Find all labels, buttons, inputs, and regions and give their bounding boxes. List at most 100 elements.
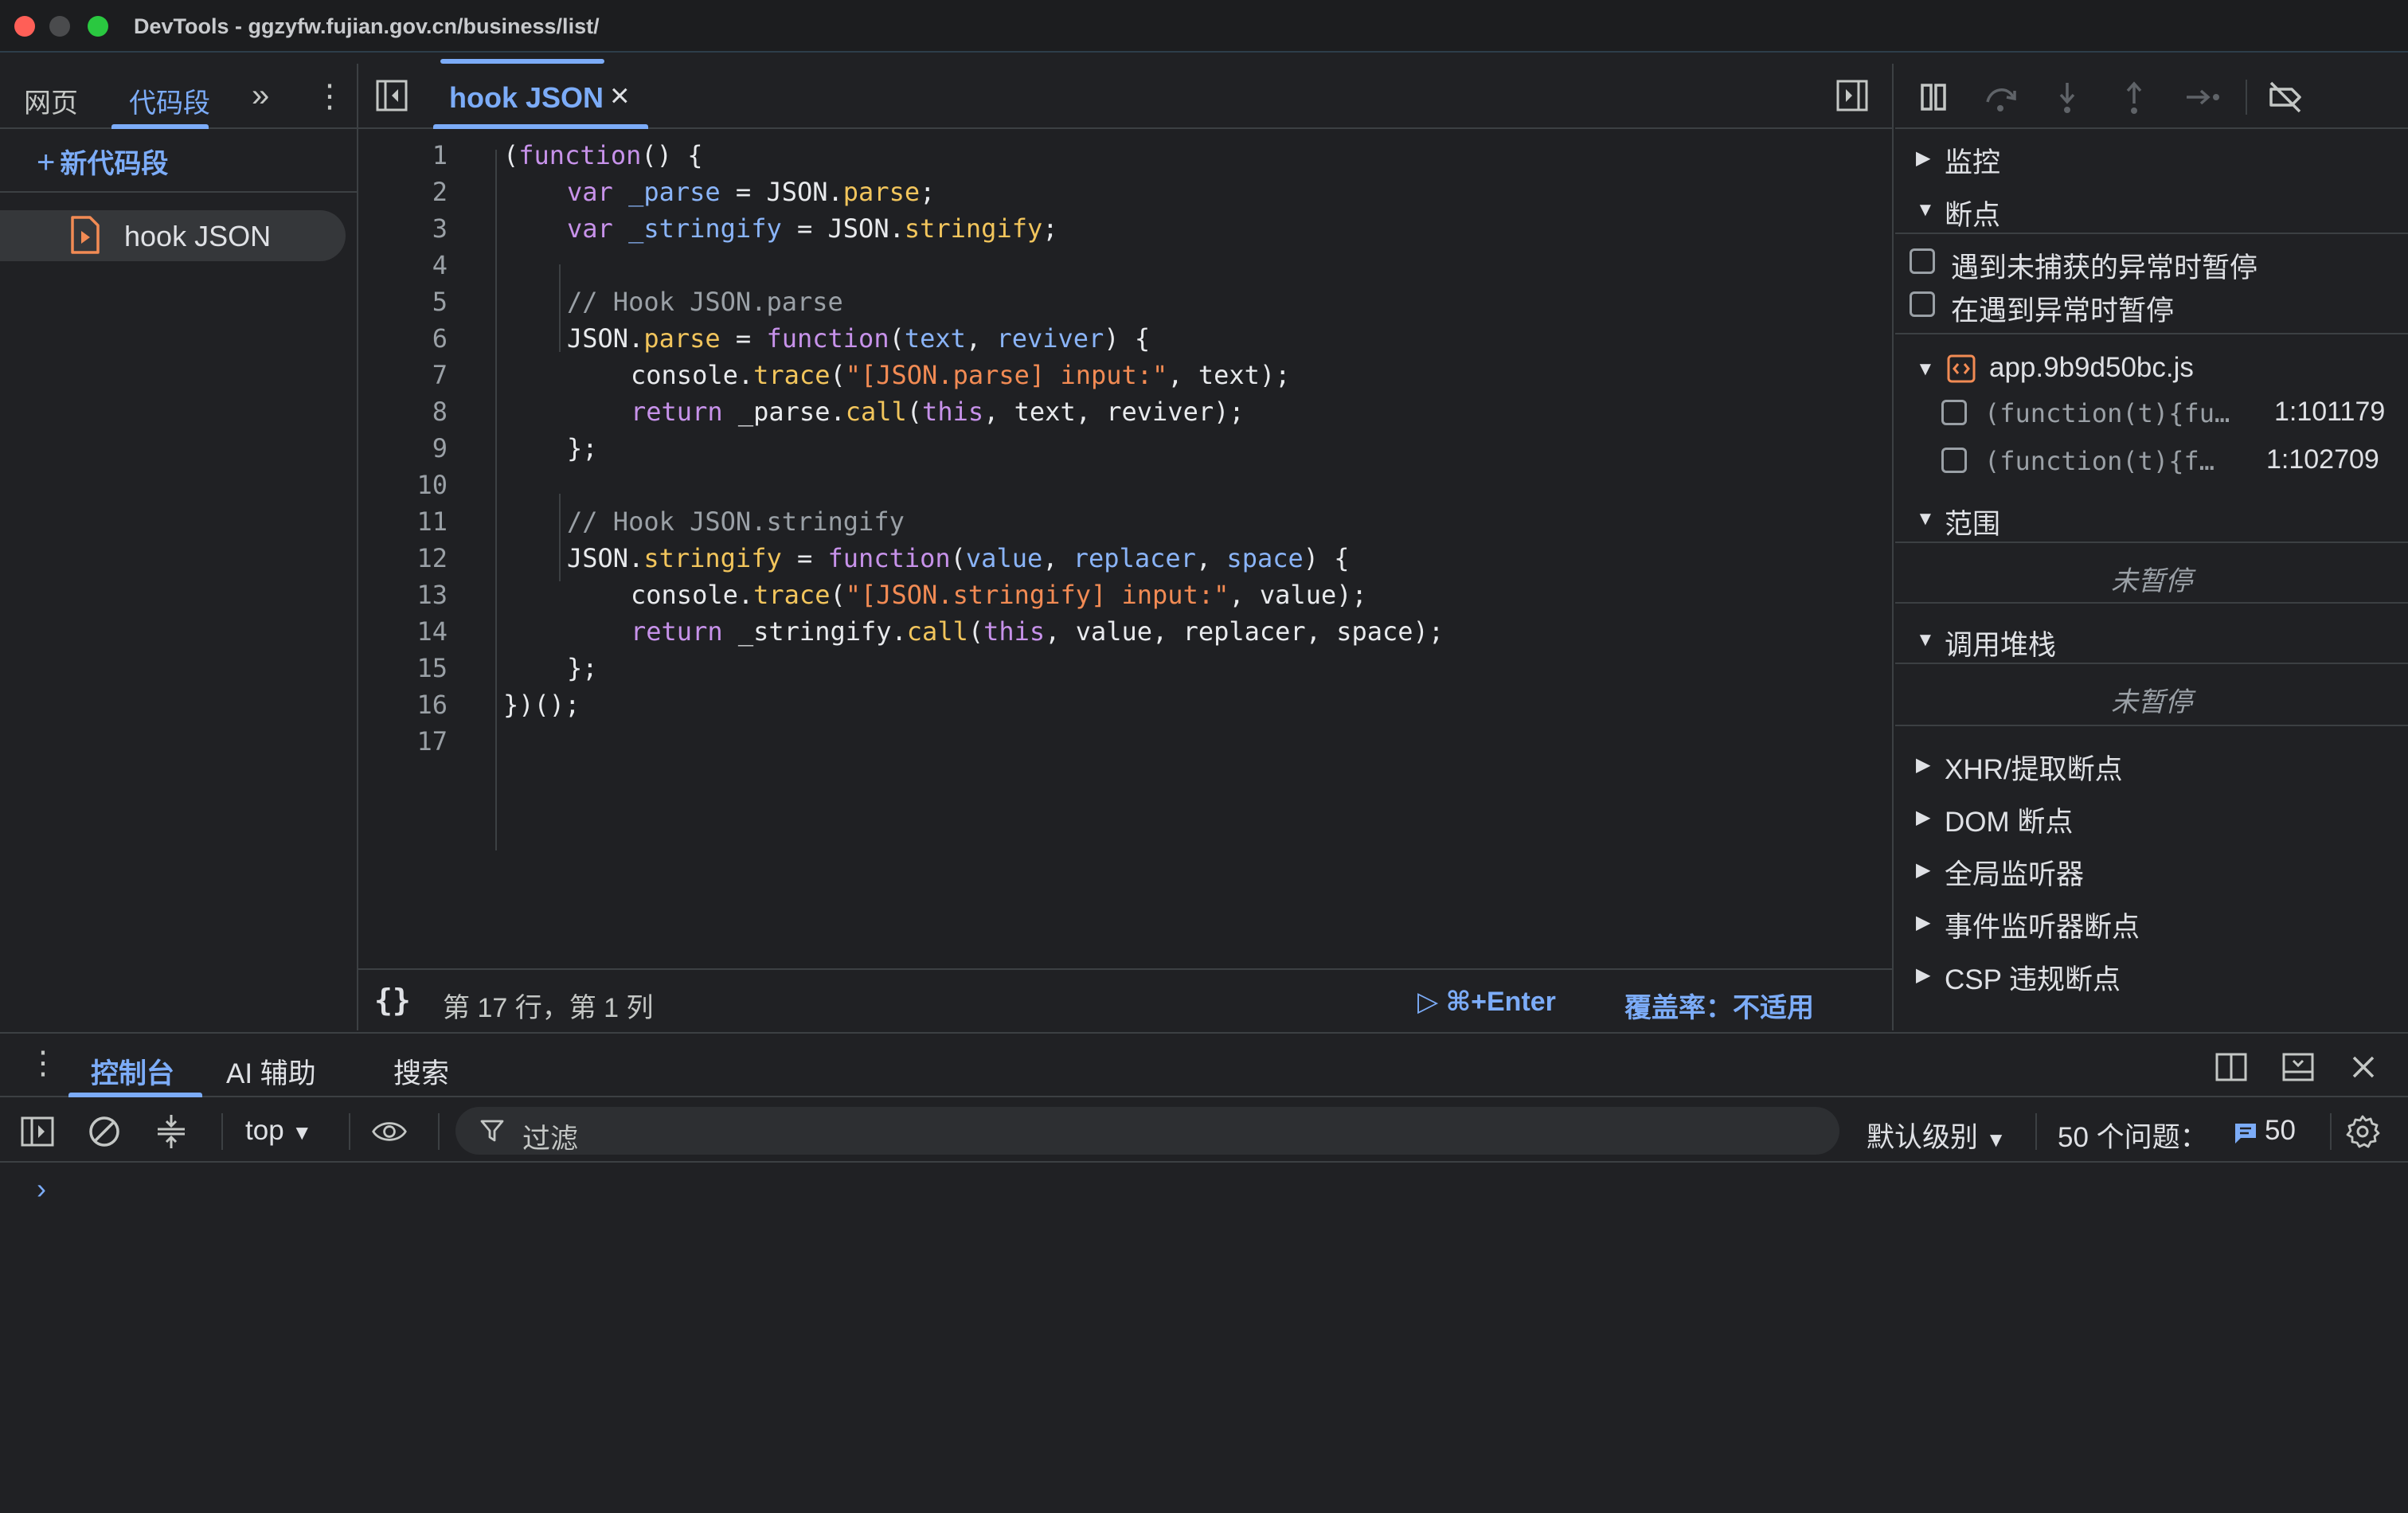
- csp-breakpoints-section[interactable]: ▶ CSP 违规断点: [1895, 948, 2408, 999]
- pause-icon[interactable]: [1914, 78, 1953, 116]
- step-into-icon[interactable]: [2048, 78, 2086, 116]
- expand-icon: ▶: [1916, 912, 1931, 933]
- line-number: 2: [432, 177, 448, 207]
- toolbar-separator: [2246, 80, 2247, 115]
- step-out-icon[interactable]: [2115, 78, 2153, 116]
- debugger-toolbar: [1895, 64, 2408, 129]
- tab-ai-assistance[interactable]: AI 辅助: [226, 1051, 316, 1092]
- snippet-label[interactable]: hook JSON: [124, 220, 271, 253]
- line-number: 8: [432, 397, 448, 427]
- section-label: 事件监听器断点: [1945, 912, 2140, 943]
- dom-breakpoints-section[interactable]: ▶ DOM 断点: [1895, 790, 2408, 841]
- callstack-section[interactable]: ▼ 调用堆栈: [1895, 613, 2408, 664]
- zoom-window-button[interactable]: [88, 16, 108, 37]
- clear-console-icon[interactable]: [86, 1113, 123, 1150]
- editor-pane: hook JSON × 1 (function() { 2 var _parse =…: [358, 64, 1894, 1030]
- file-name: app.9b9d50bc.js: [1989, 352, 2194, 383]
- sources-panel: 网页 代码段 » ⋮ +新代码段 hook JSON hook JSON ×: [0, 64, 2408, 1030]
- callstack-not-paused: 未暂停: [2111, 687, 2192, 717]
- collapse-groups-icon[interactable]: [153, 1113, 190, 1150]
- expand-icon: ▶: [1916, 964, 1931, 986]
- tab-page[interactable]: 网页: [24, 81, 78, 120]
- line-number: 9: [432, 433, 448, 463]
- event-listener-breakpoints-section[interactable]: ▶ 事件监听器断点: [1895, 895, 2408, 946]
- live-expression-eye-icon[interactable]: [371, 1113, 408, 1150]
- console-output[interactable]: ›: [0, 1164, 2408, 1513]
- pause-caught-checkbox[interactable]: [1910, 291, 1935, 317]
- breakpoint-code[interactable]: (function(t){fu…: [1984, 398, 2230, 428]
- deactivate-breakpoints-icon[interactable]: [2266, 78, 2304, 116]
- global-listeners-section[interactable]: ▶ 全局监听器: [1895, 843, 2408, 893]
- log-level-selector[interactable]: 默认级别 ▼: [1867, 1115, 2006, 1155]
- line-number: 6: [432, 323, 448, 354]
- step-over-icon[interactable]: [1981, 78, 2019, 116]
- plus-icon: +: [37, 145, 56, 180]
- toggle-navigator-icon[interactable]: [374, 78, 409, 113]
- pause-uncaught-checkbox[interactable]: [1910, 248, 1935, 274]
- watch-section[interactable]: ▶ 监控: [1895, 131, 2408, 182]
- tab-console[interactable]: 控制台: [91, 1051, 174, 1092]
- breakpoint-file[interactable]: ▼ app.9b9d50bc.js: [1895, 342, 2408, 393]
- line-number: 1: [432, 140, 448, 170]
- filter-icon: [480, 1120, 504, 1142]
- breakpoint-code[interactable]: (function(t){f…: [1984, 446, 2214, 476]
- breakpoints-section[interactable]: ▼ 断点: [1895, 183, 2408, 234]
- section-label: CSP 违规断点: [1945, 964, 2121, 995]
- divider: [1895, 663, 2408, 664]
- line-number: 7: [432, 360, 448, 390]
- close-window-button[interactable]: [14, 16, 35, 37]
- console-toolbar: top ▼ 过滤 默认级别 ▼ 50 个问题： 50: [0, 1099, 2408, 1163]
- code-line: 14 return _stringify.call(this, value, re…: [358, 616, 1892, 653]
- code-line: 11// Hook JSON.stringify: [358, 506, 1892, 543]
- issues-count[interactable]: 50: [2265, 1115, 2296, 1147]
- settings-gear-icon[interactable]: [2344, 1113, 2381, 1150]
- run-snippet-button[interactable]: ▷ ⌘+Enter: [1417, 986, 1556, 1018]
- pretty-print-icon[interactable]: {}: [374, 983, 411, 1018]
- breakpoint-location[interactable]: 1:101179: [2274, 397, 2385, 428]
- issues-label[interactable]: 50 个问题：: [2058, 1115, 2208, 1155]
- xhr-breakpoints-section[interactable]: ▶ XHR/提取断点: [1895, 737, 2408, 788]
- toolbar-separator: [221, 1113, 223, 1150]
- more-tabs-icon[interactable]: »: [252, 78, 269, 114]
- divider: [1895, 725, 2408, 726]
- dock-side-icon[interactable]: [2214, 1050, 2249, 1085]
- dropdown-arrow-icon: ▼: [291, 1120, 313, 1144]
- tab-underline: [111, 124, 209, 129]
- new-snippet-label: 新代码段: [60, 149, 169, 179]
- kebab-menu-icon[interactable]: ⋮: [314, 78, 346, 115]
- filter-input[interactable]: 过滤: [455, 1107, 1839, 1155]
- breakpoint-location[interactable]: 1:102709: [2266, 444, 2379, 475]
- filter-placeholder: 过滤: [522, 1124, 579, 1155]
- navigator-tabs: 网页 代码段 » ⋮: [0, 64, 357, 129]
- section-label: 断点: [1945, 200, 2001, 231]
- close-drawer-icon[interactable]: [2346, 1050, 2381, 1085]
- pause-uncaught-label: 遇到未捕获的异常时暂停: [1951, 252, 2258, 283]
- tab-snippets[interactable]: 代码段: [129, 81, 210, 120]
- sidebar-toggle-icon[interactable]: [19, 1113, 56, 1150]
- drawer-menu-icon[interactable]: ⋮: [27, 1045, 59, 1081]
- toggle-debugger-icon[interactable]: [1835, 78, 1870, 113]
- breakpoint-checkbox[interactable]: [1941, 400, 1967, 425]
- scope-section[interactable]: ▼ 范围: [1895, 492, 2408, 543]
- breakpoint-checkbox[interactable]: [1941, 448, 1967, 473]
- minimize-window-button[interactable]: [49, 16, 70, 37]
- code-line: 8 return _parse.call(this, text, reviver)…: [358, 397, 1892, 433]
- code-line: 2 var _parse = JSON.parse;: [358, 177, 1892, 213]
- code-line: 6 JSON.parse = function(text, reviver) {: [358, 323, 1892, 360]
- context-selector[interactable]: top ▼: [245, 1115, 312, 1147]
- line-number: 11: [416, 506, 448, 537]
- section-label: 范围: [1945, 509, 2001, 540]
- console-prompt-icon: ›: [37, 1172, 46, 1205]
- step-icon[interactable]: [2183, 78, 2222, 116]
- tab-hook-json[interactable]: hook JSON: [449, 81, 604, 115]
- section-label: 全局监听器: [1945, 859, 2085, 890]
- dock-bottom-icon[interactable]: [2281, 1050, 2316, 1085]
- code-line: 4: [358, 250, 1892, 287]
- close-tab-icon[interactable]: ×: [610, 76, 630, 115]
- code-editor[interactable]: 1 (function() { 2 var _parse = JSON.parse;…: [358, 131, 1892, 967]
- new-snippet-button[interactable]: + 新代码段: [37, 142, 168, 181]
- issue-message-icon[interactable]: [2233, 1121, 2258, 1145]
- collapse-icon: ▼: [1916, 199, 1935, 221]
- coverage-status[interactable]: 覆盖率：不适用: [1624, 986, 1814, 1025]
- tab-search[interactable]: 搜索: [393, 1051, 449, 1092]
